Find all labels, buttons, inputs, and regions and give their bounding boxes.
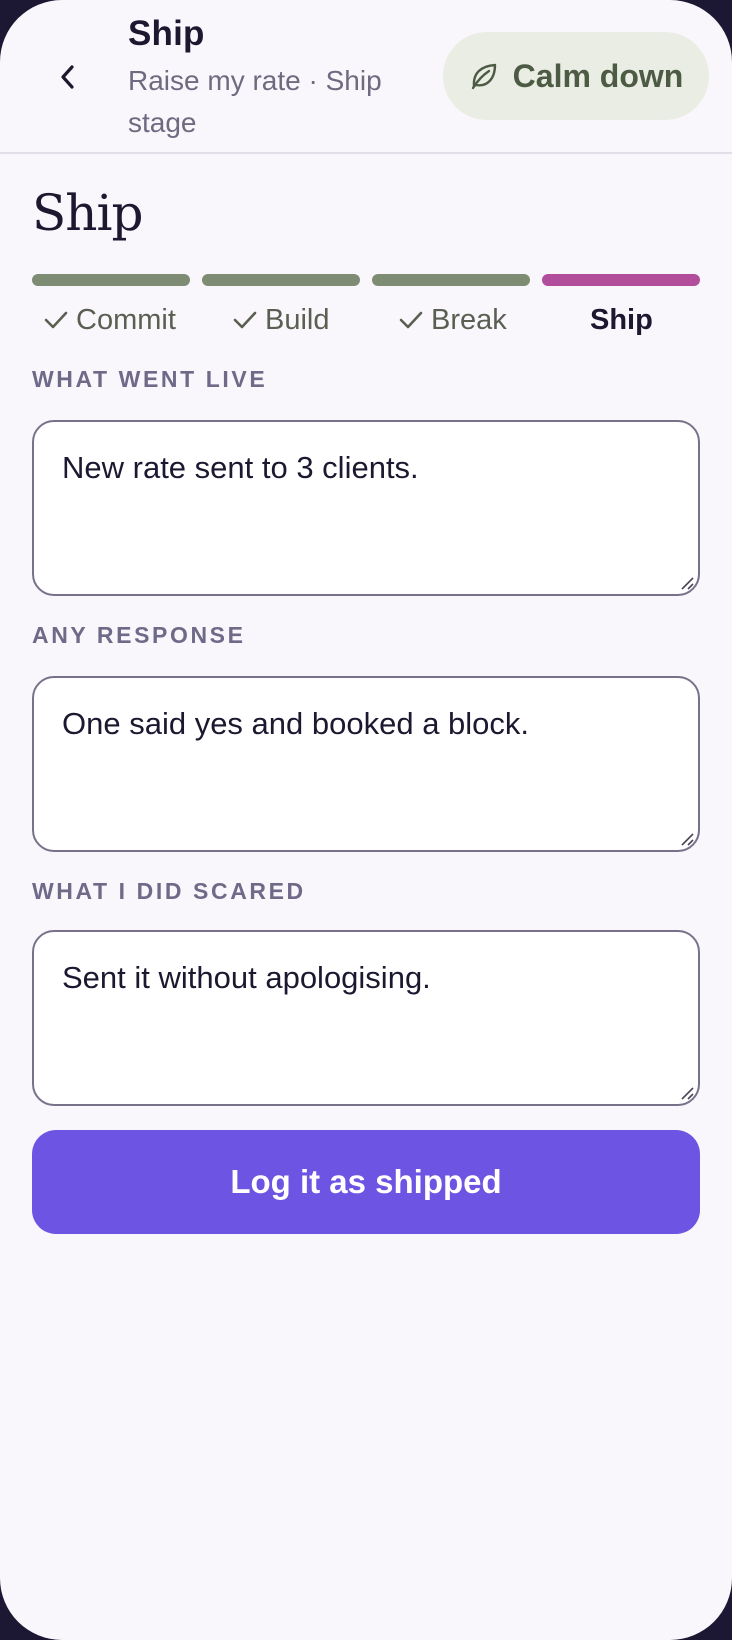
field-label-what-i-did-scared: WHAT I DID SCARED [32, 878, 306, 904]
resize-grip-icon[interactable] [680, 1086, 694, 1100]
field-label-any-response: ANY RESPONSE [32, 622, 246, 648]
step-label: Break [431, 303, 507, 336]
chevron-left-icon [61, 65, 74, 89]
resize-grip-icon[interactable] [680, 576, 694, 590]
field-label-what-went-live: WHAT WENT LIVE [32, 366, 268, 392]
resize-grip-icon[interactable] [680, 832, 694, 846]
step-break: Break [399, 300, 507, 340]
step-commit: Commit [44, 300, 176, 340]
log-as-shipped-button[interactable]: Log it as shipped [32, 1130, 700, 1234]
calm-down-label: Calm down [512, 57, 684, 94]
field-value: New rate sent to 3 clients. [62, 450, 419, 485]
step-ship: Ship [590, 300, 653, 340]
step-build: Build [233, 300, 330, 340]
stage-title: Ship [32, 184, 143, 242]
what-i-did-scared-input[interactable]: Sent it without apologising. [32, 930, 700, 1106]
step-label: Ship [590, 303, 653, 336]
any-response-input[interactable]: One said yes and booked a block. [32, 676, 700, 852]
leaf-icon [471, 63, 496, 90]
step-label: Build [265, 303, 330, 336]
top-bar: Ship Raise my rate · Ship stage Calm dow… [0, 0, 732, 154]
app-screen: Ship Raise my rate · Ship stage Calm dow… [0, 0, 732, 1640]
header-subtitle: Raise my rate · Ship stage [128, 65, 382, 138]
what-went-live-input[interactable]: New rate sent to 3 clients. [32, 420, 700, 596]
back-button[interactable] [44, 50, 92, 104]
check-icon [399, 311, 423, 329]
header-title: Ship [128, 14, 205, 53]
check-icon [233, 311, 257, 329]
field-value: One said yes and booked a block. [62, 706, 530, 741]
progress-segment-ship [542, 274, 700, 286]
step-label: Commit [76, 303, 176, 336]
progress-segment-commit [32, 274, 190, 286]
progress-segment-build [202, 274, 360, 286]
stage-progress [32, 274, 700, 286]
check-icon [44, 311, 68, 329]
field-value: Sent it without apologising. [62, 960, 431, 995]
progress-segment-break [372, 274, 530, 286]
calm-down-button[interactable]: Calm down [443, 32, 709, 120]
